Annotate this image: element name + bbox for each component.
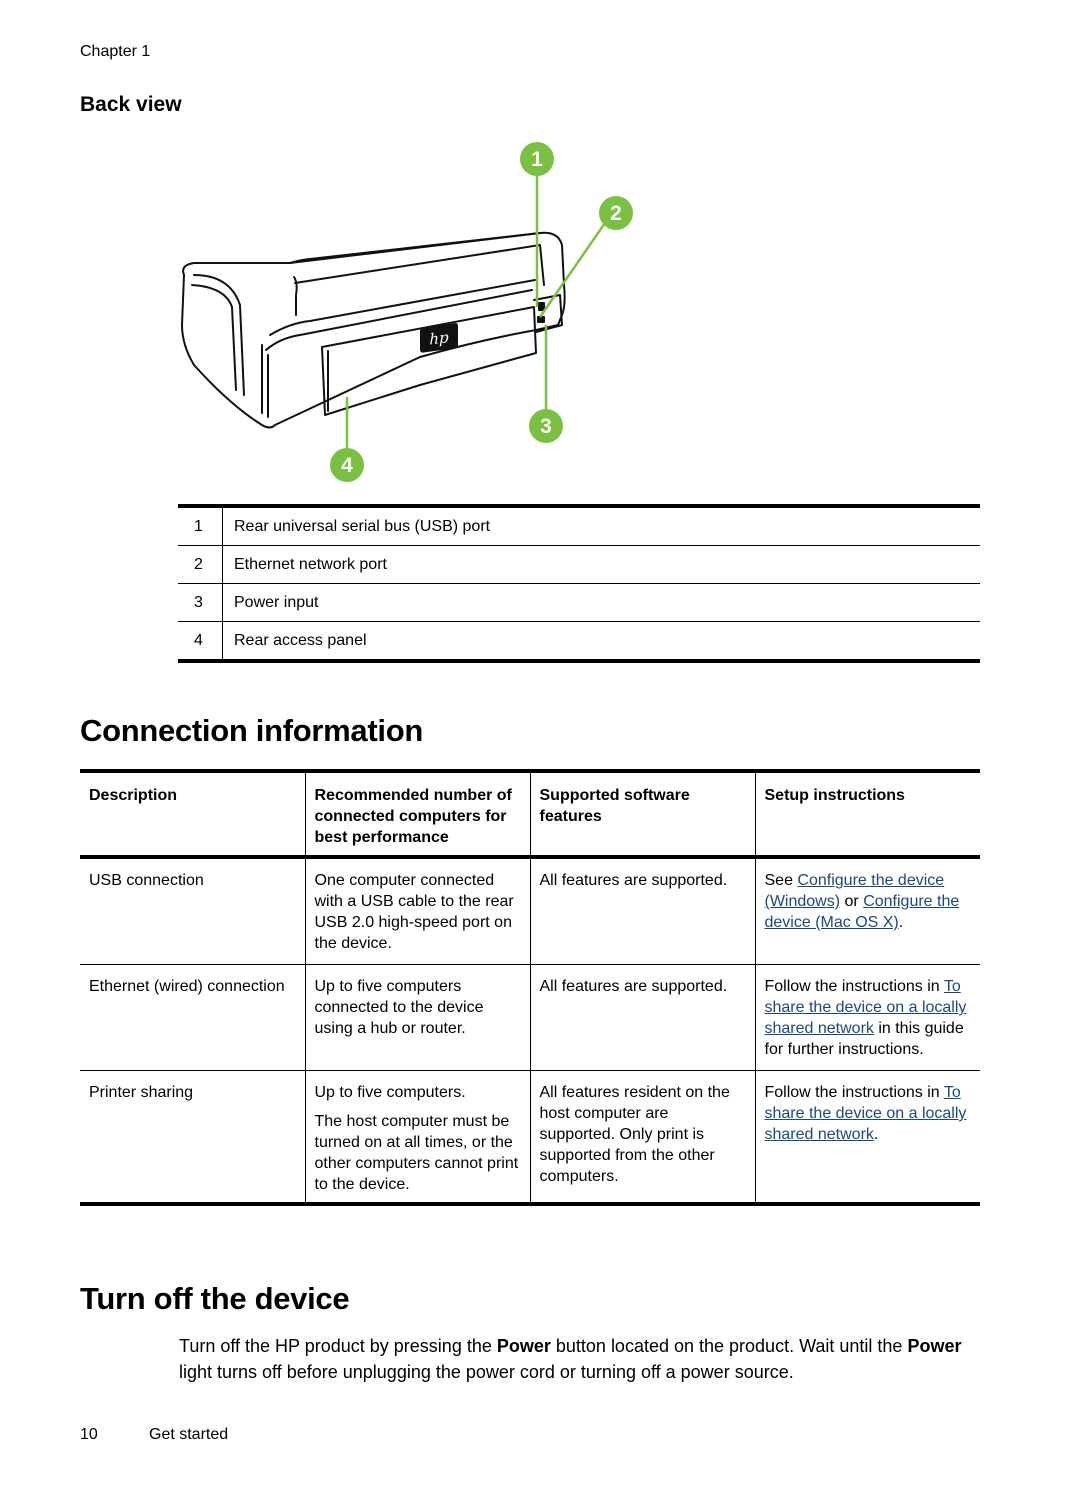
legend-number: 3 — [178, 583, 223, 622]
para-text: light turns off before unplugging the po… — [179, 1362, 794, 1382]
cell-features: All features are supported. — [529, 964, 755, 1071]
callout-3: 3 — [529, 409, 563, 443]
cell-description: Printer sharing — [89, 1084, 194, 1101]
turn-off-heading: Turn off the device — [80, 1281, 350, 1316]
hp-logo: hp — [420, 323, 458, 353]
legend-number: 4 — [178, 621, 223, 661]
column-header-features: Supported software features — [529, 771, 755, 859]
setup-middle: or — [840, 893, 864, 910]
setup-prefix: Follow the instructions in — [764, 1084, 944, 1101]
legend-label: Rear universal serial bus (USB) port — [222, 506, 980, 546]
cell-recommended: Up to five computers. The host computer … — [304, 1070, 530, 1204]
cell-features: All features are supported. — [529, 857, 755, 965]
callout-4: 4 — [330, 448, 364, 482]
column-header-description: Description — [80, 771, 305, 859]
back-view-heading: Back view — [80, 93, 182, 116]
svg-text:3: 3 — [540, 415, 552, 438]
cell-description: Ethernet (wired) connection — [80, 964, 305, 1071]
connection-information-heading: Connection information — [80, 713, 423, 748]
power-term: Power — [907, 1336, 962, 1356]
column-header-recommended: Recommended number of connected computer… — [304, 771, 530, 859]
cell-text: One computer connected with a USB cable … — [314, 872, 514, 952]
table-row: Ethernet (wired) connection Up to five c… — [80, 964, 980, 1071]
callout-2: 2 — [599, 196, 633, 230]
page-number: 10 — [80, 1426, 98, 1443]
cell-setup: Follow the instructions in To share the … — [754, 964, 980, 1071]
cell-setup: See Configure the device (Windows) or Co… — [754, 857, 980, 965]
connection-information-table: Description Recommended number of connec… — [80, 769, 980, 1206]
legend-row: 3 Power input — [178, 583, 980, 622]
legend-row: 2 Ethernet network port — [178, 545, 980, 584]
setup-prefix: See — [764, 872, 798, 889]
callout-leaders — [345, 173, 607, 450]
setup-prefix: Follow the instructions in — [764, 978, 944, 995]
legend-label: Rear access panel — [234, 631, 367, 649]
svg-text:2: 2 — [610, 202, 622, 225]
legend-label: Ethernet network port — [222, 545, 980, 584]
hp-logo-text: hp — [429, 328, 449, 349]
chapter-header: Chapter 1 — [80, 43, 151, 60]
cell-recommended: One computer connected with a USB cable … — [304, 857, 530, 965]
table-header-row: Description Recommended number of connec… — [80, 771, 980, 859]
legend-number: 2 — [178, 545, 223, 584]
power-term: Power — [496, 1336, 551, 1356]
cell-description: USB connection — [80, 857, 305, 965]
para-text: button located on the product. Wait unti… — [550, 1336, 908, 1356]
svg-text:4: 4 — [341, 454, 353, 477]
svg-text:1: 1 — [531, 148, 543, 171]
table-row: USB connection One computer connected wi… — [80, 857, 980, 965]
column-header-setup: Setup instructions — [754, 771, 980, 859]
setup-suffix: . — [898, 914, 904, 931]
printer-back-view-figure: hp 1 2 3 4 — [170, 135, 650, 495]
cell-text: Up to five computers. — [314, 1084, 466, 1101]
legend-row: 1 Rear universal serial bus (USB) port — [178, 506, 980, 546]
para-text: Turn off the HP product by pressing the — [179, 1336, 497, 1356]
setup-suffix: . — [873, 1126, 879, 1143]
cell-text: Up to five computers connected to the de… — [314, 978, 484, 1037]
footer-section: Get started — [149, 1426, 229, 1443]
back-view-legend-table: 1 Rear universal serial bus (USB) port 2… — [178, 504, 980, 663]
cell-recommended: Up to five computers connected to the de… — [304, 964, 530, 1071]
legend-number: 1 — [178, 506, 223, 546]
legend-label: Power input — [222, 583, 980, 622]
callout-1: 1 — [520, 142, 554, 176]
table-row: Printer sharing Up to five computers. Th… — [80, 1070, 980, 1204]
cell-features: All features resident on the host comput… — [529, 1070, 755, 1204]
legend-row: 4 Rear access panel — [178, 621, 980, 661]
turn-off-paragraph: Turn off the HP product by pressing the … — [179, 1333, 984, 1385]
cell-setup: Follow the instructions in To share the … — [754, 1070, 980, 1204]
cell-text: The host computer must be turned on at a… — [314, 1113, 519, 1193]
printer-illustration — [181, 231, 566, 429]
